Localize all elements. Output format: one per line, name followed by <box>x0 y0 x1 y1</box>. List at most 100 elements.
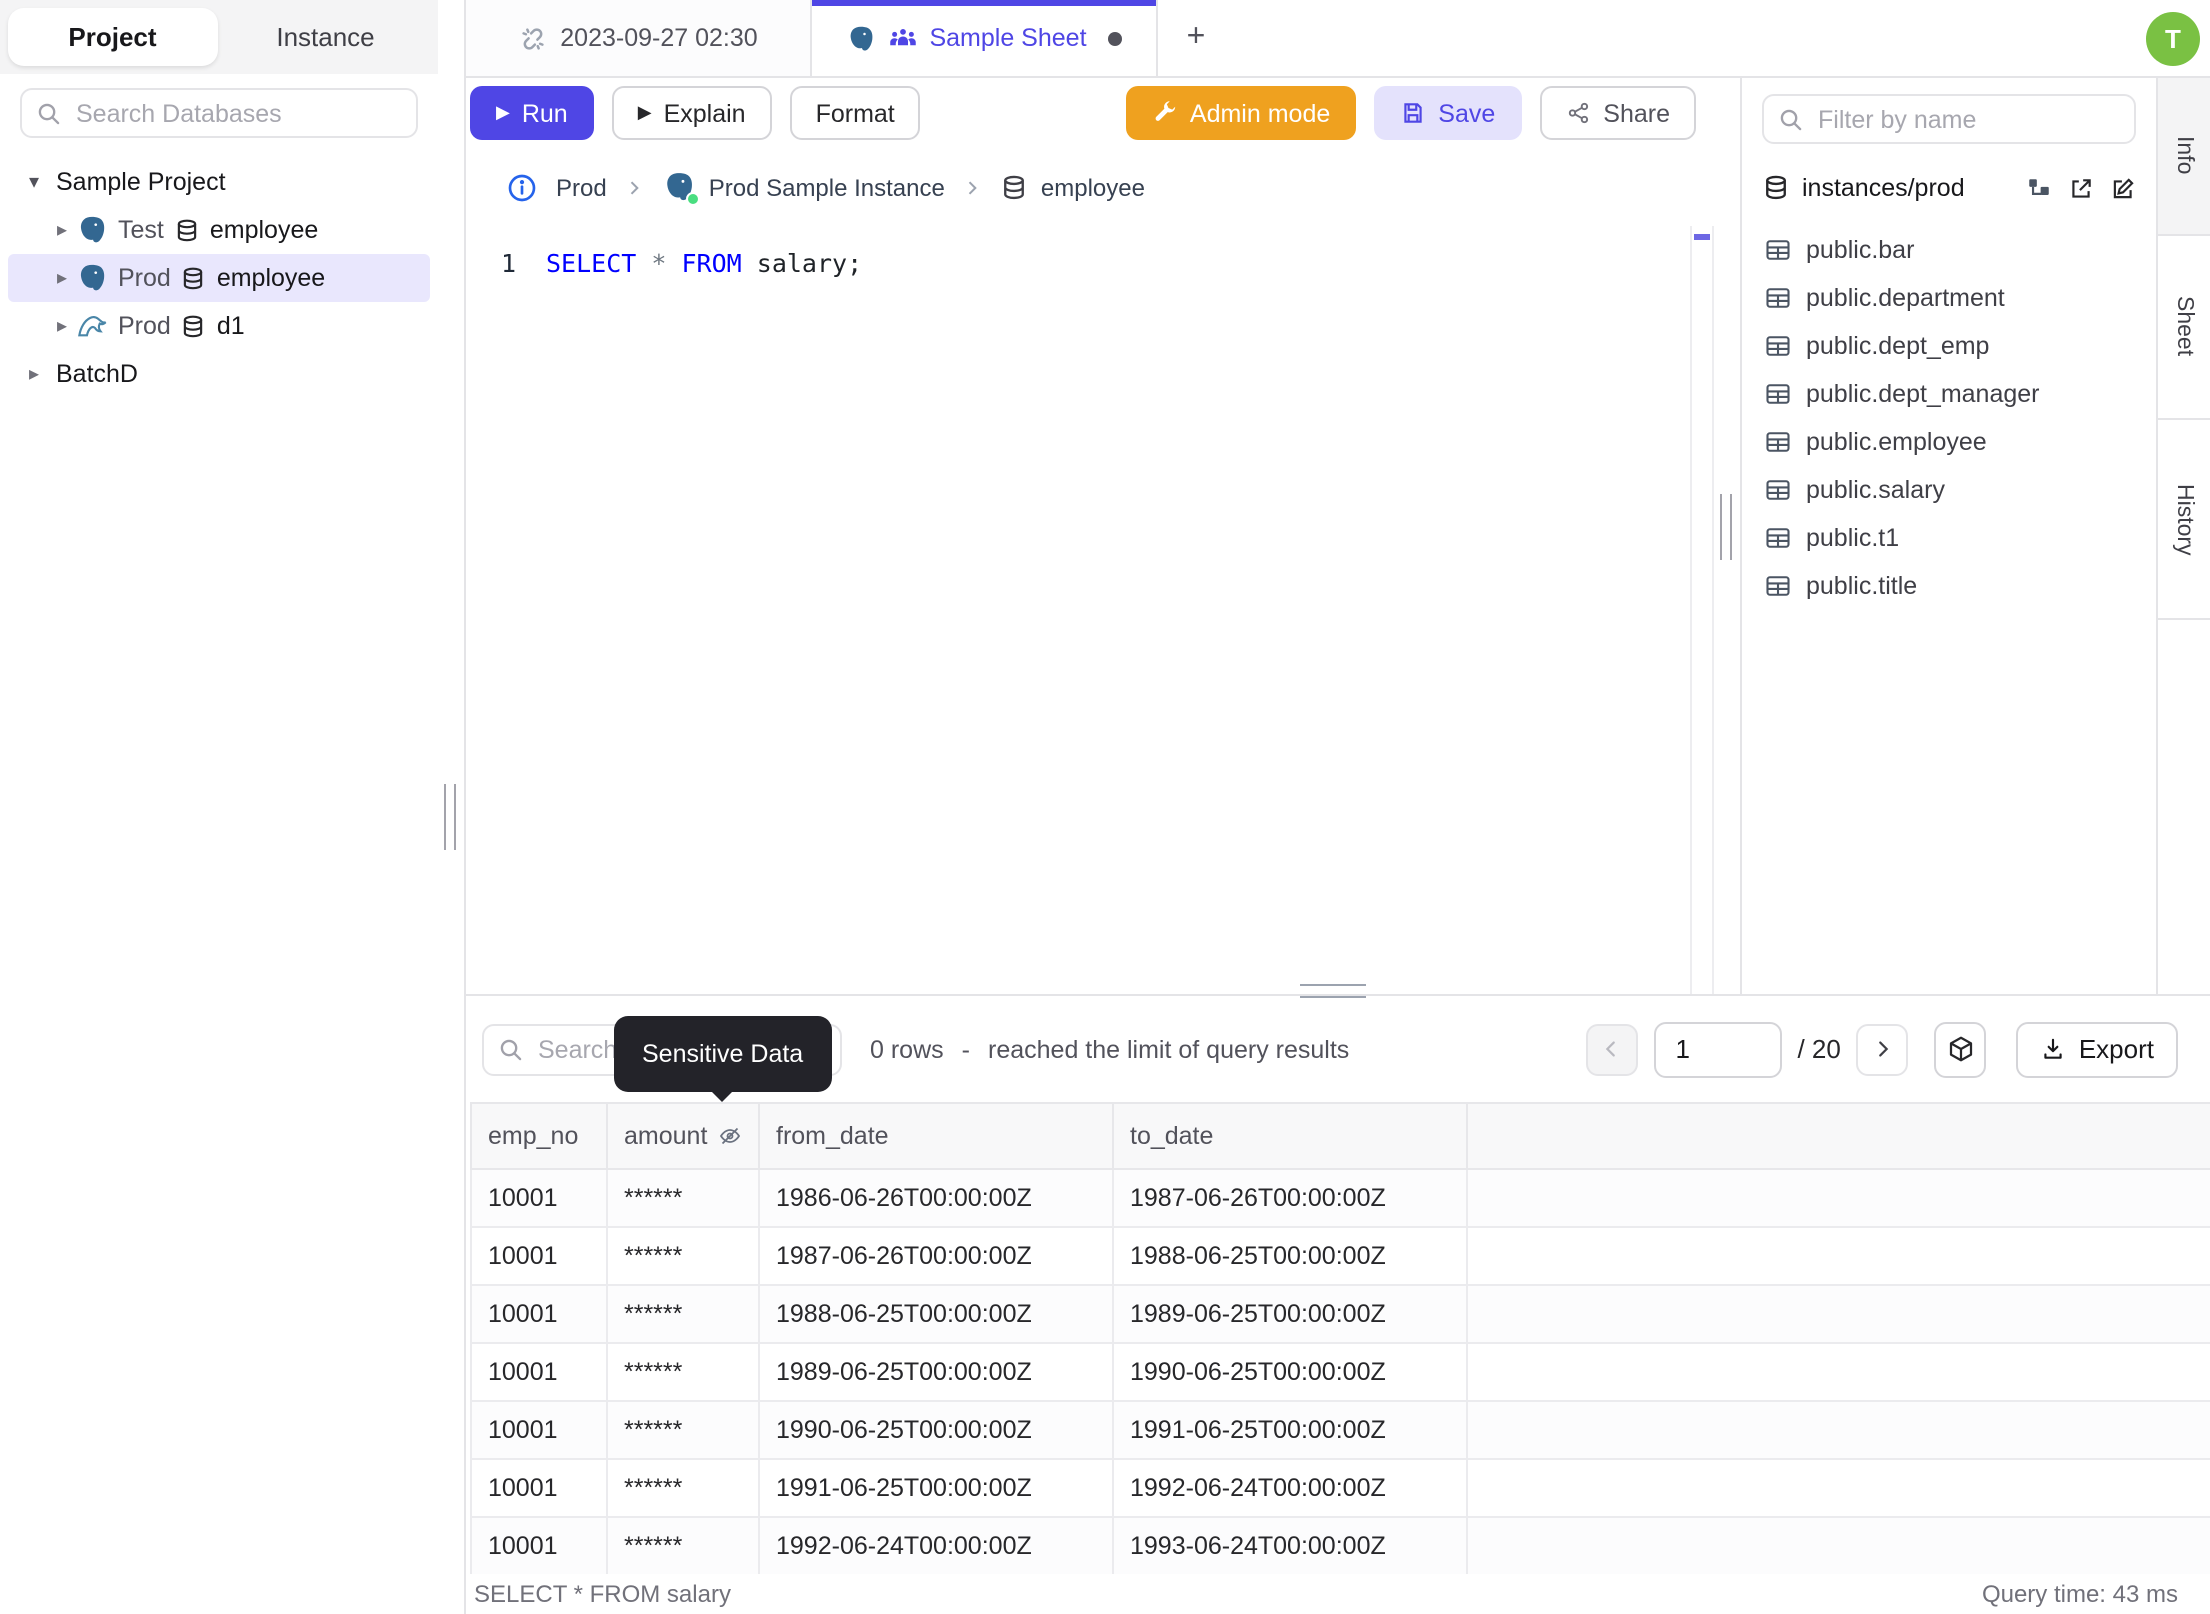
cell-from-date: 1986-06-26T00:00:00Z <box>760 1170 1114 1226</box>
table-row[interactable]: 10001 ****** 1991-06-25T00:00:00Z 1992-0… <box>470 1460 2210 1518</box>
editor-minimap[interactable] <box>1690 226 1714 994</box>
eye-off-icon[interactable] <box>717 1124 741 1148</box>
schema-table-item[interactable]: public.t1 <box>1762 514 2136 562</box>
executed-sql: SELECT * FROM salary <box>474 1580 731 1608</box>
share-button[interactable]: Share <box>1539 86 1696 140</box>
resizer-handle-icon[interactable] <box>444 784 456 850</box>
table-row[interactable]: 10001 ****** 1990-06-25T00:00:00Z 1991-0… <box>470 1402 2210 1460</box>
sql-editor[interactable]: 1 SELECT * FROM salary; <box>466 226 1714 994</box>
table-row[interactable]: 10001 ****** 1988-06-25T00:00:00Z 1989-0… <box>470 1286 2210 1344</box>
schema-table-item[interactable]: public.dept_emp <box>1762 322 2136 370</box>
postgres-icon <box>845 23 875 53</box>
cell-emp-no: 10001 <box>472 1228 608 1284</box>
tree-item-prod-d1[interactable]: ▸ Prod d1 <box>8 302 430 350</box>
schema-table-item[interactable]: public.dept_manager <box>1762 370 2136 418</box>
filter-by-name-input[interactable] <box>1762 94 2136 144</box>
table-row[interactable]: 10001 ****** 1986-06-26T00:00:00Z 1987-0… <box>470 1170 2210 1228</box>
format-button[interactable]: Format <box>789 86 921 140</box>
sql-text: SELECT * FROM salary; <box>546 248 863 278</box>
tab-instance[interactable]: Instance <box>221 8 430 66</box>
save-button[interactable]: Save <box>1374 86 1522 140</box>
search-icon <box>498 1036 524 1062</box>
schema-panel: instances/prod <box>1740 78 2156 994</box>
breadcrumb: Prod Prod Sample Instance employee <box>466 148 1714 226</box>
tab-history[interactable]: History <box>2158 420 2210 620</box>
breadcrumb-database[interactable]: employee <box>1001 173 1145 201</box>
sheet-tab-adhoc[interactable]: 2023-09-27 02:30 <box>466 0 812 76</box>
column-header-from-date[interactable]: from_date <box>760 1104 1114 1168</box>
caret-right-icon[interactable]: ▸ <box>48 315 76 337</box>
chevron-right-icon <box>963 177 983 197</box>
status-green-dot <box>686 192 701 206</box>
caret-right-icon[interactable]: ▸ <box>48 219 76 241</box>
schema-table-item[interactable]: public.employee <box>1762 418 2136 466</box>
results-table-header: emp_no amount from_date to_date <box>470 1102 2210 1170</box>
sidebar-resizer[interactable] <box>438 0 464 1614</box>
data-visualization-button[interactable] <box>1934 1021 1987 1077</box>
environment-label: Test <box>118 216 164 244</box>
page-number-input[interactable] <box>1653 1021 1782 1077</box>
resizer-handle-icon[interactable] <box>1720 494 1732 560</box>
prev-page-button[interactable] <box>1585 1023 1638 1075</box>
caret-down-icon[interactable]: ▾ <box>20 171 48 193</box>
project-label: Sample Project <box>56 168 226 196</box>
database-path: instances/prod <box>1802 174 1965 202</box>
cell-to-date: 1987-06-26T00:00:00Z <box>1114 1170 1468 1226</box>
editor-region: ▶ Run ▶ Explain Format Admin mode Save S… <box>466 78 2210 994</box>
tab-project[interactable]: Project <box>8 8 217 66</box>
column-header-amount[interactable]: amount <box>608 1104 760 1168</box>
tab-info[interactable]: Info <box>2158 78 2210 236</box>
admin-mode-button[interactable]: Admin mode <box>1125 86 1357 140</box>
edit-icon[interactable] <box>2110 175 2136 201</box>
results-resizer-handle[interactable] <box>1300 984 1366 998</box>
table-icon <box>1764 476 1792 504</box>
cell-amount-masked: ****** <box>608 1228 760 1284</box>
search-databases-input[interactable] <box>20 88 418 138</box>
tree-item-sample-project[interactable]: ▾ Sample Project <box>8 158 430 206</box>
code-line: 1 SELECT * FROM salary; <box>466 226 1714 282</box>
pagination: / 20 Export <box>1585 1021 2178 1077</box>
sensitive-data-tooltip: Sensitive Data <box>614 1016 832 1102</box>
cell-from-date: 1989-06-25T00:00:00Z <box>760 1344 1114 1400</box>
explain-button[interactable]: ▶ Explain <box>611 86 772 140</box>
breadcrumb-environment[interactable]: Prod <box>556 173 607 201</box>
tab-sheet[interactable]: Sheet <box>2158 236 2210 420</box>
mysql-icon <box>76 310 108 342</box>
database-name: d1 <box>216 312 245 340</box>
cell-emp-no: 10001 <box>472 1344 608 1400</box>
run-button[interactable]: ▶ Run <box>470 86 594 140</box>
info-icon[interactable] <box>506 171 538 203</box>
breadcrumb-instance[interactable]: Prod Sample Instance <box>663 170 945 206</box>
cell-amount-masked: ****** <box>608 1344 760 1400</box>
cell-from-date: 1991-06-25T00:00:00Z <box>760 1460 1114 1516</box>
schema-filter <box>1762 94 2136 144</box>
next-page-button[interactable] <box>1856 1023 1909 1075</box>
cell-amount-masked: ****** <box>608 1518 760 1574</box>
unlink-icon <box>518 23 548 53</box>
schema-table-item[interactable]: public.bar <box>1762 226 2136 274</box>
schema-table-label: public.title <box>1806 572 1918 600</box>
sheet-tab-sample-sheet[interactable]: Sample Sheet <box>812 0 1158 76</box>
line-number: 1 <box>500 248 516 278</box>
schema-panel-resizer[interactable] <box>1714 78 1740 994</box>
editor-column: ▶ Run ▶ Explain Format Admin mode Save S… <box>466 78 1714 994</box>
table-row[interactable]: 10001 ****** 1989-06-25T00:00:00Z 1990-0… <box>470 1344 2210 1402</box>
user-avatar[interactable]: T <box>2146 11 2200 65</box>
tree-item-batchd[interactable]: ▸ BatchD <box>8 350 430 398</box>
schema-diagram-icon[interactable] <box>2026 175 2052 201</box>
new-tab-button[interactable]: + <box>1158 0 1234 76</box>
tree-item-test-employee[interactable]: ▸ Test employee <box>8 206 430 254</box>
schema-table-item[interactable]: public.title <box>1762 562 2136 610</box>
caret-right-icon[interactable]: ▸ <box>48 267 76 289</box>
column-header-to-date[interactable]: to_date <box>1114 1104 1468 1168</box>
schema-table-item[interactable]: public.department <box>1762 274 2136 322</box>
table-icon <box>1764 236 1792 264</box>
export-button[interactable]: Export <box>2016 1021 2178 1077</box>
table-row[interactable]: 10001 ****** 1987-06-26T00:00:00Z 1988-0… <box>470 1228 2210 1286</box>
caret-right-icon[interactable]: ▸ <box>20 363 48 385</box>
table-row[interactable]: 10001 ****** 1992-06-24T00:00:00Z 1993-0… <box>470 1518 2210 1574</box>
tree-item-prod-employee[interactable]: ▸ Prod employee <box>8 254 430 302</box>
column-header-emp-no[interactable]: emp_no <box>472 1104 608 1168</box>
external-link-icon[interactable] <box>2068 175 2094 201</box>
schema-table-item[interactable]: public.salary <box>1762 466 2136 514</box>
